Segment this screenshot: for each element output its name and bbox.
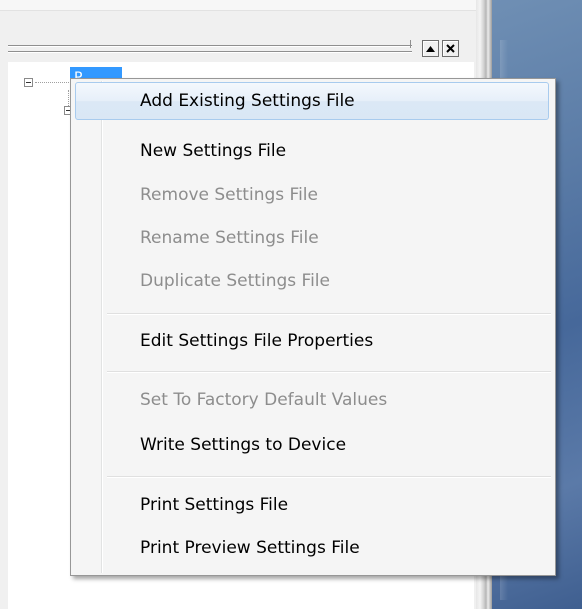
pane-scroll-up-button[interactable] bbox=[422, 40, 439, 57]
tree-collapse-toggle[interactable] bbox=[24, 78, 33, 87]
pane-grip[interactable] bbox=[8, 45, 412, 55]
pane-titlebar[interactable] bbox=[8, 40, 474, 60]
menu-item-edit-settings-file-properties[interactable]: Edit Settings File Properties bbox=[75, 322, 549, 360]
grip-line bbox=[8, 46, 412, 47]
grip-line bbox=[8, 52, 412, 53]
menu-item-add-existing-settings-file[interactable]: Add Existing Settings File bbox=[75, 82, 549, 120]
context-menu: Add Existing Settings File New Settings … bbox=[70, 78, 556, 576]
menu-separator bbox=[107, 313, 551, 315]
close-icon bbox=[446, 44, 455, 53]
triangle-up-icon bbox=[426, 45, 435, 52]
menu-item-new-settings-file[interactable]: New Settings File bbox=[75, 132, 549, 170]
menu-separator bbox=[107, 371, 551, 373]
tree-connector bbox=[35, 82, 69, 84]
menu-item-write-settings-to-device[interactable]: Write Settings to Device bbox=[75, 426, 549, 464]
menu-item-set-to-factory-default-values: Set To Factory Default Values bbox=[140, 390, 388, 410]
menu-item-remove-settings-file: Remove Settings File bbox=[140, 185, 318, 205]
menu-separator bbox=[107, 476, 551, 478]
menu-item-rename-settings-file: Rename Settings File bbox=[140, 228, 319, 248]
pane-top-edge bbox=[0, 0, 476, 11]
menu-item-duplicate-settings-file: Duplicate Settings File bbox=[140, 271, 330, 291]
menu-item-print-preview-settings-file[interactable]: Print Preview Settings File bbox=[75, 529, 549, 567]
grip-end bbox=[410, 40, 411, 48]
menu-item-print-settings-file[interactable]: Print Settings File bbox=[75, 486, 549, 524]
pane-close-button[interactable] bbox=[442, 40, 459, 57]
